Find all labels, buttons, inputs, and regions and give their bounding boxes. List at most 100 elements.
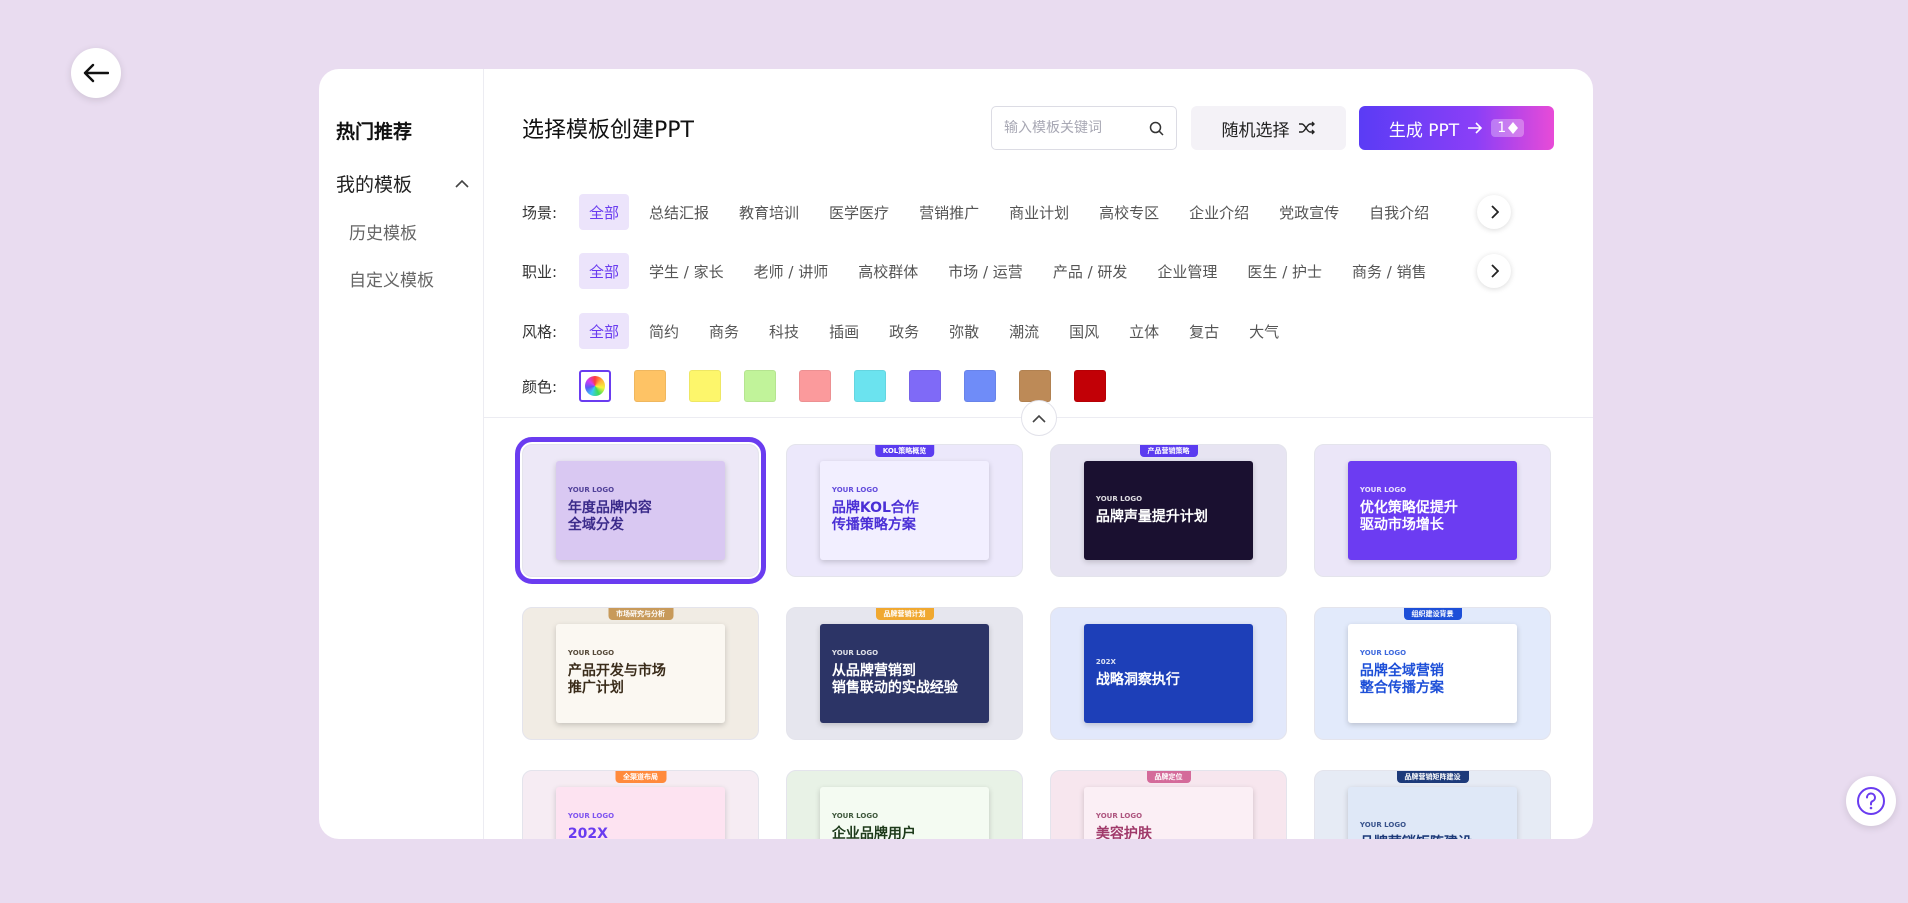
chip-scene[interactable]: 医学医疗 bbox=[819, 194, 899, 230]
chip-style[interactable]: 弥散 bbox=[939, 313, 989, 349]
template-logo: YOUR LOGO bbox=[831, 485, 879, 494]
template-slide: YOUR LOGO 从品牌营销到 销售联动的实战经验 bbox=[819, 623, 990, 724]
template-slide: YOUR LOGO 品牌营销矩阵建设 bbox=[1347, 786, 1518, 839]
template-card[interactable]: 202X 战略洞察执行 bbox=[1050, 607, 1287, 740]
template-title: 202X 新消费品牌 bbox=[567, 825, 608, 839]
filter-label: 风格: bbox=[522, 322, 558, 341]
chip-style[interactable]: 商务 bbox=[699, 313, 749, 349]
template-logo: YOUR LOGO bbox=[567, 485, 615, 494]
color-swatch[interactable] bbox=[1074, 370, 1106, 402]
template-slide: YOUR LOGO 优化策略促提升 驱动市场增长 bbox=[1347, 460, 1518, 561]
color-swatch[interactable] bbox=[799, 370, 831, 402]
sidebar-item-mine[interactable]: 我的模板 bbox=[336, 171, 483, 196]
main-area: 选择模板创建PPT 随机选择 生成 PPT 1 bbox=[484, 69, 1593, 839]
search-input[interactable] bbox=[1004, 120, 1149, 136]
color-swatches bbox=[579, 370, 1129, 402]
template-card[interactable]: 品牌营销矩阵建设 YOUR LOGO 品牌营销矩阵建设 bbox=[1314, 770, 1551, 839]
template-thumbnail: 品牌营销矩阵建设 YOUR LOGO 品牌营销矩阵建设 bbox=[1315, 771, 1550, 839]
chip-job[interactable]: 产品 / 研发 bbox=[1043, 253, 1138, 289]
chip-job[interactable]: 学生 / 家长 bbox=[639, 253, 734, 289]
color-swatch[interactable] bbox=[964, 370, 996, 402]
filter-job: 职业: 全部 学生 / 家长 老师 / 讲师 高校群体 市场 / 运营 产品 /… bbox=[522, 253, 1533, 289]
template-thumbnail: 市场研究与分析 YOUR LOGO 产品开发与市场 推广计划 bbox=[523, 608, 758, 739]
search-box bbox=[991, 106, 1177, 150]
template-tag: 品牌定位 bbox=[1146, 771, 1191, 783]
chevron-right-icon bbox=[1490, 264, 1499, 278]
chip-job[interactable]: 高校群体 bbox=[848, 253, 928, 289]
search-icon[interactable] bbox=[1149, 121, 1164, 136]
chip-scene[interactable]: 商业计划 bbox=[999, 194, 1079, 230]
color-swatch[interactable] bbox=[909, 370, 941, 402]
chip-style-all[interactable]: 全部 bbox=[579, 313, 630, 349]
generate-label: 生成 PPT bbox=[1388, 120, 1460, 141]
random-select-button[interactable]: 随机选择 bbox=[1191, 106, 1346, 150]
sidebar-item-custom[interactable]: 自定义模板 bbox=[336, 266, 483, 291]
template-card[interactable]: 市场研究与分析 YOUR LOGO 产品开发与市场 推广计划 bbox=[522, 607, 759, 740]
template-logo: YOUR LOGO bbox=[1359, 820, 1407, 829]
template-logo: YOUR LOGO bbox=[1359, 648, 1407, 657]
chip-job-all[interactable]: 全部 bbox=[579, 253, 630, 289]
color-swatch[interactable] bbox=[689, 370, 721, 402]
template-card[interactable]: 产品营销策略 YOUR LOGO 品牌声量提升计划 bbox=[1050, 444, 1287, 577]
chip-job[interactable]: 老师 / 讲师 bbox=[744, 253, 839, 289]
template-thumbnail: YOUR LOGO 年度品牌内容 全域分发 bbox=[523, 445, 758, 576]
chip-style[interactable]: 简约 bbox=[639, 313, 689, 349]
chip-job[interactable]: 医生 / 护士 bbox=[1237, 253, 1332, 289]
chip-style[interactable]: 大气 bbox=[1239, 313, 1289, 349]
template-slide: YOUR LOGO 美容护肤 品牌推广规划 bbox=[1083, 786, 1254, 839]
back-button[interactable] bbox=[71, 48, 121, 98]
sidebar-item-hot[interactable]: 热门推荐 bbox=[336, 117, 483, 143]
template-card[interactable]: YOUR LOGO 年度品牌内容 全域分发 bbox=[515, 437, 766, 584]
chip-scene-all[interactable]: 全部 bbox=[579, 194, 630, 230]
template-title: 美容护肤 品牌推广规划 bbox=[1095, 825, 1152, 839]
chip-style[interactable]: 立体 bbox=[1119, 313, 1169, 349]
template-card[interactable]: 品牌定位 YOUR LOGO 美容护肤 品牌推广规划 bbox=[1050, 770, 1287, 839]
color-swatch[interactable] bbox=[1019, 370, 1051, 402]
color-swatch[interactable] bbox=[744, 370, 776, 402]
job-scroll-right-button[interactable] bbox=[1477, 254, 1511, 288]
chevron-up-icon bbox=[1032, 414, 1046, 423]
chip-style[interactable]: 潮流 bbox=[999, 313, 1049, 349]
chip-scene[interactable]: 党政宣传 bbox=[1269, 194, 1349, 230]
color-swatch-all[interactable] bbox=[579, 370, 611, 402]
chip-scene[interactable]: 营销推广 bbox=[909, 194, 989, 230]
color-swatch[interactable] bbox=[634, 370, 666, 402]
template-title: 品牌KOL合作 传播策略方案 bbox=[831, 499, 919, 534]
template-tag: 组织建设背景 bbox=[1403, 608, 1462, 620]
chip-scene[interactable]: 教育培训 bbox=[729, 194, 809, 230]
color-swatch[interactable] bbox=[854, 370, 886, 402]
chip-style[interactable]: 科技 bbox=[759, 313, 809, 349]
template-card[interactable]: 全渠道布局 YOUR LOGO 202X 新消费品牌 bbox=[522, 770, 759, 839]
filter-color: 颜色: bbox=[522, 368, 1533, 404]
chip-style[interactable]: 复古 bbox=[1179, 313, 1229, 349]
template-logo: YOUR LOGO bbox=[1359, 485, 1407, 494]
template-logo: YOUR LOGO bbox=[567, 811, 615, 820]
collapse-filters-button[interactable] bbox=[1021, 400, 1057, 436]
template-card[interactable]: 组织建设背景 YOUR LOGO 品牌全域营销 整合传播方案 bbox=[1314, 607, 1551, 740]
template-title: 优化策略促提升 驱动市场增长 bbox=[1359, 499, 1458, 534]
chip-job[interactable]: 企业管理 bbox=[1147, 253, 1227, 289]
help-button[interactable] bbox=[1846, 776, 1896, 826]
template-card[interactable]: KOL策略概览 YOUR LOGO 品牌KOL合作 传播策略方案 bbox=[786, 444, 1023, 577]
scene-scroll-right-button[interactable] bbox=[1477, 195, 1511, 229]
template-title: 产品开发与市场 推广计划 bbox=[567, 662, 666, 697]
template-card[interactable]: YOUR LOGO 优化策略促提升 驱动市场增长 bbox=[1314, 444, 1551, 577]
chip-scene[interactable]: 自我介绍 bbox=[1359, 194, 1439, 230]
template-card[interactable]: 品牌营销计划 YOUR LOGO 从品牌营销到 销售联动的实战经验 bbox=[786, 607, 1023, 740]
template-slide: YOUR LOGO 产品开发与市场 推广计划 bbox=[555, 623, 726, 724]
chip-style[interactable]: 国风 bbox=[1059, 313, 1109, 349]
template-tag: 品牌营销矩阵建设 bbox=[1396, 771, 1469, 783]
sidebar-item-history[interactable]: 历史模板 bbox=[336, 219, 483, 244]
chip-scene[interactable]: 企业介绍 bbox=[1179, 194, 1259, 230]
random-select-label: 随机选择 bbox=[1221, 120, 1290, 141]
chip-job[interactable]: 商务 / 销售 bbox=[1342, 253, 1437, 289]
chip-job[interactable]: 市场 / 运营 bbox=[938, 253, 1033, 289]
template-card[interactable]: YOUR LOGO 企业品牌用户 洞察报告 bbox=[786, 770, 1023, 839]
generate-ppt-button[interactable]: 生成 PPT 1 bbox=[1359, 106, 1554, 150]
chip-style[interactable]: 政务 bbox=[879, 313, 929, 349]
chip-scene[interactable]: 高校专区 bbox=[1089, 194, 1169, 230]
template-thumbnail: 202X 战略洞察执行 bbox=[1051, 608, 1286, 739]
chip-scene[interactable]: 总结汇报 bbox=[639, 194, 719, 230]
template-title: 品牌营销矩阵建设 bbox=[1360, 835, 1505, 839]
chip-style[interactable]: 插画 bbox=[819, 313, 869, 349]
